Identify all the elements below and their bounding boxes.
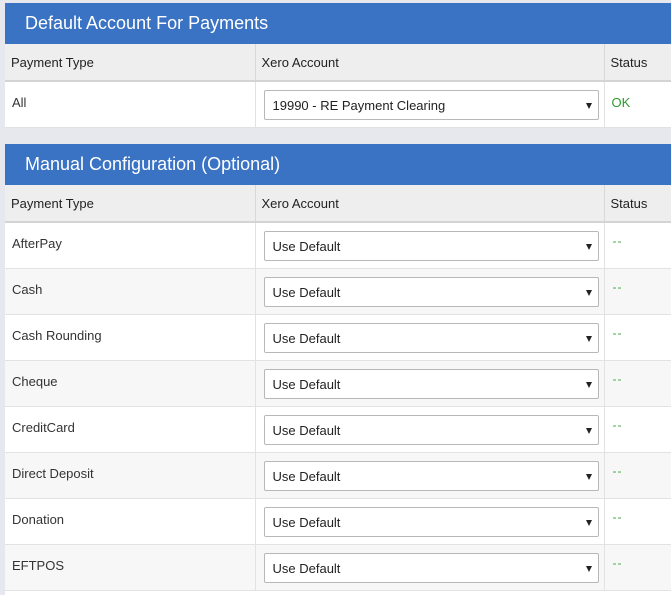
payment-type-cell: Donation bbox=[5, 498, 256, 545]
column-header-xero-account: Xero Account bbox=[255, 44, 605, 82]
status-badge: -- bbox=[612, 371, 623, 386]
payment-type-label: Cheque bbox=[12, 373, 58, 389]
table-row: Cheque Use Default -- bbox=[5, 360, 671, 407]
payment-type-cell: EFTPOS bbox=[5, 544, 256, 591]
status-badge: -- bbox=[612, 417, 623, 432]
select-value: Use Default bbox=[272, 514, 341, 530]
payment-type-cell: Cash bbox=[5, 268, 256, 315]
account-select-creditcard[interactable]: Use Default bbox=[263, 414, 599, 445]
column-header-status: Status bbox=[604, 185, 671, 223]
status-cell: -- bbox=[604, 360, 671, 407]
account-select-cash[interactable]: Use Default bbox=[263, 276, 599, 307]
select-value: Use Default bbox=[272, 239, 341, 254]
account-cell: Use Default bbox=[255, 406, 605, 453]
table-row: CreditCard Use Default -- bbox=[5, 406, 671, 453]
status-badge: -- bbox=[612, 463, 623, 478]
select-value: Use Default bbox=[272, 376, 341, 392]
select-value: Use Default bbox=[272, 422, 341, 438]
payment-type-label: EFTPOS bbox=[12, 557, 65, 573]
payment-type-label: Cash bbox=[12, 281, 43, 297]
default-account-table: Payment Type Xero Account Status All 199… bbox=[5, 44, 671, 128]
select-value: Use Default bbox=[272, 560, 341, 576]
payment-type-cell: AfterPay bbox=[5, 222, 256, 269]
payment-type-cell: Cheque bbox=[5, 360, 256, 407]
status-badge: -- bbox=[612, 555, 623, 570]
select-value: Use Default bbox=[272, 284, 341, 300]
payment-type-label: CreditCard bbox=[12, 419, 75, 435]
payment-type-label: AfterPay bbox=[12, 236, 62, 251]
chevron-down-icon bbox=[585, 289, 592, 296]
select-value: 19990 - RE Payment Clearing bbox=[272, 98, 446, 113]
select-value: Use Default bbox=[272, 468, 341, 484]
payment-type-label: Direct Deposit bbox=[12, 465, 94, 481]
manual-configuration-panel-title: Manual Configuration (Optional) bbox=[5, 144, 671, 185]
status-badge: -- bbox=[612, 325, 623, 340]
column-header-status: Status bbox=[604, 44, 671, 82]
status-cell: -- bbox=[604, 544, 671, 591]
table-row: EFTPOS Use Default -- bbox=[5, 544, 671, 591]
chevron-down-icon bbox=[585, 244, 592, 250]
account-select-direct-deposit[interactable]: Use Default bbox=[263, 460, 599, 491]
status-cell: OK bbox=[604, 81, 671, 128]
status-badge: OK bbox=[611, 95, 631, 110]
chevron-down-icon bbox=[585, 565, 592, 572]
chevron-down-icon bbox=[585, 519, 592, 526]
table-header-row: Payment Type Xero Account Status bbox=[5, 185, 671, 223]
account-select-afterpay[interactable]: Use Default bbox=[263, 231, 599, 261]
payment-type-cell: All bbox=[5, 81, 256, 128]
account-cell: Use Default bbox=[255, 544, 605, 591]
payment-type-cell: Cash Rounding bbox=[5, 314, 256, 361]
column-header-xero-account: Xero Account bbox=[255, 185, 605, 223]
manual-configuration-panel: Manual Configuration (Optional) Payment … bbox=[5, 144, 671, 595]
chevron-down-icon bbox=[585, 335, 592, 342]
account-cell: Use Default bbox=[255, 360, 605, 407]
account-cell: Use Default bbox=[255, 222, 605, 269]
chevron-down-icon bbox=[585, 427, 592, 434]
payment-type-label: Cash Rounding bbox=[12, 327, 102, 343]
payment-type-label: Donation bbox=[12, 511, 65, 527]
status-cell: -- bbox=[604, 452, 671, 499]
account-cell: Use Default bbox=[255, 268, 605, 315]
status-cell: -- bbox=[604, 222, 671, 269]
chevron-down-icon bbox=[585, 381, 592, 388]
table-row: Cash Use Default -- bbox=[5, 268, 671, 315]
status-cell: -- bbox=[604, 314, 671, 361]
table-header-row: Payment Type Xero Account Status bbox=[5, 44, 671, 82]
chevron-down-icon bbox=[585, 473, 592, 480]
status-badge: -- bbox=[612, 509, 623, 524]
manual-configuration-table: Payment Type Xero Account Status AfterPa… bbox=[5, 185, 671, 591]
account-cell: Use Default bbox=[255, 498, 605, 545]
payment-type-label: All bbox=[12, 95, 27, 110]
table-row: All 19990 - RE Payment Clearing OK bbox=[5, 81, 671, 128]
payment-type-cell: Direct Deposit bbox=[5, 452, 256, 499]
default-account-panel-title: Default Account For Payments bbox=[5, 3, 671, 44]
chevron-down-icon bbox=[585, 103, 592, 109]
account-select-donation[interactable]: Use Default bbox=[263, 506, 599, 537]
table-row: AfterPay Use Default -- bbox=[5, 222, 671, 269]
account-select-cash-rounding[interactable]: Use Default bbox=[263, 322, 599, 353]
table-row: Donation Use Default -- bbox=[5, 498, 671, 545]
table-row: Direct Deposit Use Default -- bbox=[5, 452, 671, 499]
select-value: Use Default bbox=[272, 330, 341, 346]
account-cell: Use Default bbox=[255, 452, 605, 499]
account-cell: 19990 - RE Payment Clearing bbox=[255, 81, 605, 128]
table-row: Cash Rounding Use Default -- bbox=[5, 314, 671, 361]
status-cell: -- bbox=[604, 498, 671, 545]
payment-type-cell: CreditCard bbox=[5, 406, 256, 453]
default-account-panel: Default Account For Payments Payment Typ… bbox=[5, 3, 671, 128]
account-select-cheque[interactable]: Use Default bbox=[263, 368, 599, 399]
status-cell: -- bbox=[604, 406, 671, 453]
status-cell: -- bbox=[604, 268, 671, 315]
account-select-eftpos[interactable]: Use Default bbox=[263, 552, 599, 583]
default-account-select[interactable]: 19990 - RE Payment Clearing bbox=[263, 90, 599, 120]
status-badge: -- bbox=[612, 234, 623, 248]
status-badge: -- bbox=[612, 279, 623, 294]
column-header-payment-type: Payment Type bbox=[5, 185, 256, 223]
account-cell: Use Default bbox=[255, 314, 605, 361]
column-header-payment-type: Payment Type bbox=[5, 44, 256, 82]
